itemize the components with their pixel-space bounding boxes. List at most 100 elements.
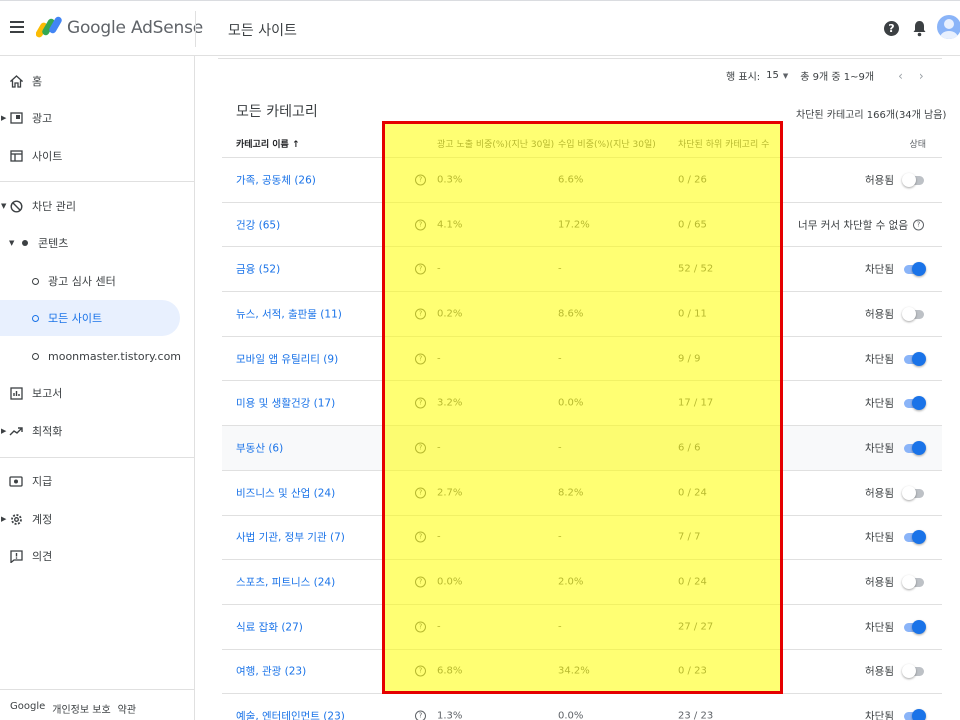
help-icon[interactable]: ? [415, 353, 426, 365]
account-avatar[interactable] [937, 15, 960, 39]
blocked-subcategories-cell: 0 / 26 [678, 174, 707, 186]
sidebar-item-site[interactable]: moonmaster.tistory.com [0, 338, 181, 374]
block-toggle[interactable] [902, 306, 926, 321]
category-link[interactable]: 금융 (52) [236, 262, 280, 277]
category-link[interactable]: 식료 잡화 (27) [236, 619, 303, 634]
category-link[interactable]: 건강 (65) [236, 217, 280, 232]
trending-up-icon [9, 424, 23, 438]
help-icon[interactable]: ? [415, 174, 426, 186]
prev-page-icon[interactable]: ‹ [898, 69, 903, 83]
sidebar-item-reports[interactable]: 보고서 [0, 375, 180, 411]
category-link[interactable]: 가족, 공동체 (26) [236, 172, 316, 187]
terms-link[interactable]: 약관 [118, 701, 136, 716]
google-footer-link[interactable]: Google [10, 701, 45, 716]
blocked-subcategories-cell: 0 / 23 [678, 665, 707, 677]
revenue-cell: - [558, 263, 562, 275]
impressions-cell: 3.2% [437, 397, 463, 409]
help-icon[interactable]: ? [415, 665, 426, 677]
category-link[interactable]: 뉴스, 서적, 출판물 (11) [236, 306, 342, 321]
category-link[interactable]: 여행, 관광 (23) [236, 664, 306, 679]
help-icon[interactable]: ? [415, 397, 426, 409]
toggle-knob [902, 664, 916, 679]
privacy-link[interactable]: 개인정보 보호 [52, 701, 110, 716]
status-text: 허용됨 [865, 487, 894, 500]
revenue-cell: 8.6% [558, 308, 584, 320]
pagination-range: 총 9개 중 1~9개 [800, 72, 875, 83]
impressions-cell: - [437, 263, 441, 275]
hamburger-menu-icon[interactable] [10, 21, 24, 35]
status-text: 허용됨 [865, 174, 894, 187]
help-icon[interactable]: ? [415, 710, 426, 720]
help-icon[interactable]: ? [415, 487, 426, 499]
header-category-name[interactable]: 카테고리 이름 ↑ [236, 137, 300, 150]
block-toggle[interactable] [902, 709, 926, 720]
impressions-cell: - [437, 621, 441, 633]
help-icon[interactable]: ? [415, 219, 426, 231]
category-link[interactable]: 미용 및 생활건강 (17) [236, 396, 335, 411]
rows-per-page-select[interactable]: 15 ▼ [766, 70, 788, 81]
revenue-cell: - [558, 531, 562, 543]
sidebar-footer: Google 개인정보 보호 약관 [10, 701, 136, 716]
ads-icon [9, 111, 23, 125]
revenue-cell: 2.0% [558, 576, 584, 588]
toggle-knob [912, 440, 926, 455]
category-link[interactable]: 부동산 (6) [236, 440, 283, 455]
block-toggle[interactable] [902, 575, 926, 590]
help-icon[interactable]: ? [415, 531, 426, 543]
header-status: 상태 [909, 140, 926, 150]
block-toggle[interactable] [902, 530, 926, 545]
sidebar-item-content[interactable]: ▼ 콘텐츠 [0, 225, 180, 261]
caret-right-icon: ▶ [1, 427, 7, 435]
blocked-subcategories-cell: 27 / 27 [678, 621, 714, 633]
help-icon[interactable]: ? [415, 308, 426, 320]
help-icon[interactable]: ? [884, 21, 899, 36]
help-icon[interactable]: ? [913, 219, 924, 231]
table-row: 여행, 관광 (23)? 6.8% 34.2% 0 / 23 허용됨 [222, 650, 942, 695]
reports-icon [9, 386, 23, 400]
sidebar-item-payments[interactable]: 지급 [0, 463, 180, 499]
toggle-knob [912, 262, 926, 277]
block-toggle[interactable] [902, 440, 926, 455]
block-icon [9, 199, 23, 213]
category-link[interactable]: 스포츠, 피트니스 (24) [236, 575, 335, 590]
sidebar-item-blocking-controls[interactable]: ▼ 차단 관리 [0, 188, 180, 224]
block-toggle[interactable] [902, 172, 926, 187]
category-link[interactable]: 사법 기관, 정부 기관 (7) [236, 530, 345, 545]
sidebar-item-ads[interactable]: ▶ 광고 [0, 100, 180, 136]
category-link[interactable]: 모바일 앱 유틸리티 (9) [236, 351, 338, 366]
sidebar-item-label: 차단 관리 [32, 200, 76, 213]
notifications-bell-icon[interactable] [912, 20, 927, 37]
help-icon[interactable]: ? [415, 576, 426, 588]
sidebar-item-all-sites[interactable]: 모든 사이트 [0, 300, 180, 336]
sidebar-item-label: 광고 [32, 112, 53, 125]
sidebar-item-home[interactable]: 홈 [0, 63, 180, 99]
caret-right-icon: ▶ [1, 114, 7, 122]
category-link[interactable]: 비즈니스 및 산업 (24) [236, 485, 335, 500]
sidebar-item-feedback[interactable]: 의견 [0, 538, 180, 574]
help-icon[interactable]: ? [415, 621, 426, 633]
block-toggle[interactable] [902, 619, 926, 634]
table-row: 금융 (52)? - -52 / 52 차단됨 [222, 247, 942, 293]
sidebar-item-ad-review-center[interactable]: 광고 심사 센터 [0, 263, 180, 299]
sidebar-item-sites[interactable]: 사이트 [0, 138, 180, 174]
divider [195, 11, 196, 47]
toggle-knob [902, 575, 916, 590]
status-text: 너무 커서 차단할 수 없음 [798, 219, 908, 232]
block-toggle[interactable] [902, 351, 926, 366]
block-toggle[interactable] [902, 396, 926, 411]
help-icon[interactable]: ? [415, 442, 426, 454]
blocked-subcategories-cell: 0 / 24 [678, 487, 707, 499]
sidebar-item-account[interactable]: ▶ 계정 [0, 501, 180, 537]
help-icon[interactable]: ? [415, 263, 426, 275]
sidebar-item-optimization[interactable]: ▶ 최적화 [0, 413, 180, 449]
block-toggle[interactable] [902, 664, 926, 679]
table-header: 카테고리 이름 ↑ 광고 노출 비중(%)(지난 30일) 수입 비중(%)(지… [222, 128, 942, 158]
block-toggle[interactable] [902, 485, 926, 500]
block-toggle[interactable] [902, 262, 926, 277]
category-link[interactable]: 예술, 엔터테인먼트 (23) [236, 709, 345, 720]
divider [0, 457, 195, 458]
next-page-icon[interactable]: › [919, 69, 924, 83]
status-text: 차단됨 [865, 710, 894, 720]
divider [218, 58, 942, 59]
status-text: 차단됨 [865, 397, 894, 410]
